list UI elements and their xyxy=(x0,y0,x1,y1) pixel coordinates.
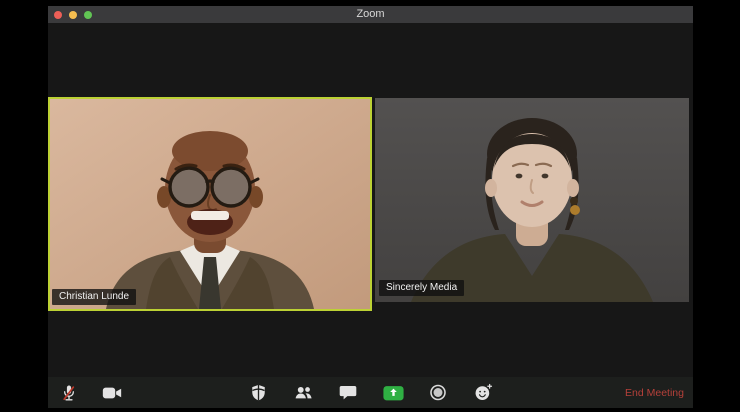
video-button[interactable] xyxy=(101,381,123,405)
titlebar: Zoom xyxy=(48,6,693,23)
fullscreen-button[interactable] xyxy=(84,10,92,19)
traffic-lights xyxy=(54,6,92,23)
participant-video-woman xyxy=(375,98,689,302)
video-tile-christian-lunde[interactable]: Christian Lunde xyxy=(48,97,372,311)
chat-button[interactable] xyxy=(337,381,359,405)
security-button[interactable] xyxy=(247,381,269,405)
window-title: Zoom xyxy=(356,8,385,20)
share-screen-button[interactable] xyxy=(382,381,404,405)
shield-icon xyxy=(251,384,265,400)
chat-bubble-icon xyxy=(339,385,357,400)
minimize-button[interactable] xyxy=(69,10,77,19)
participants-button[interactable] xyxy=(292,381,314,405)
end-meeting-button[interactable]: End Meeting xyxy=(623,377,686,408)
participant-video-man xyxy=(50,99,370,309)
zoom-window: Zoom Christian Lunde Sincerely Media End… xyxy=(48,6,693,408)
mute-button[interactable] xyxy=(58,381,80,405)
share-screen-icon xyxy=(382,385,404,400)
reactions-smiley-icon xyxy=(475,383,493,400)
participants-icon xyxy=(295,386,312,398)
toolbar-center-group xyxy=(247,377,494,408)
meeting-toolbar: End Meeting xyxy=(48,377,693,408)
toolbar-left-group xyxy=(58,377,123,408)
video-camera-icon xyxy=(102,387,122,398)
participant-name-label: Christian Lunde xyxy=(52,289,137,305)
microphone-muted-icon xyxy=(63,385,75,401)
close-button[interactable] xyxy=(54,10,62,19)
reactions-button[interactable] xyxy=(472,381,494,405)
record-icon xyxy=(430,384,446,401)
participant-name-label: Sincerely Media xyxy=(379,280,465,296)
video-tile-sincerely-media[interactable]: Sincerely Media xyxy=(375,98,689,302)
record-button[interactable] xyxy=(427,381,449,405)
